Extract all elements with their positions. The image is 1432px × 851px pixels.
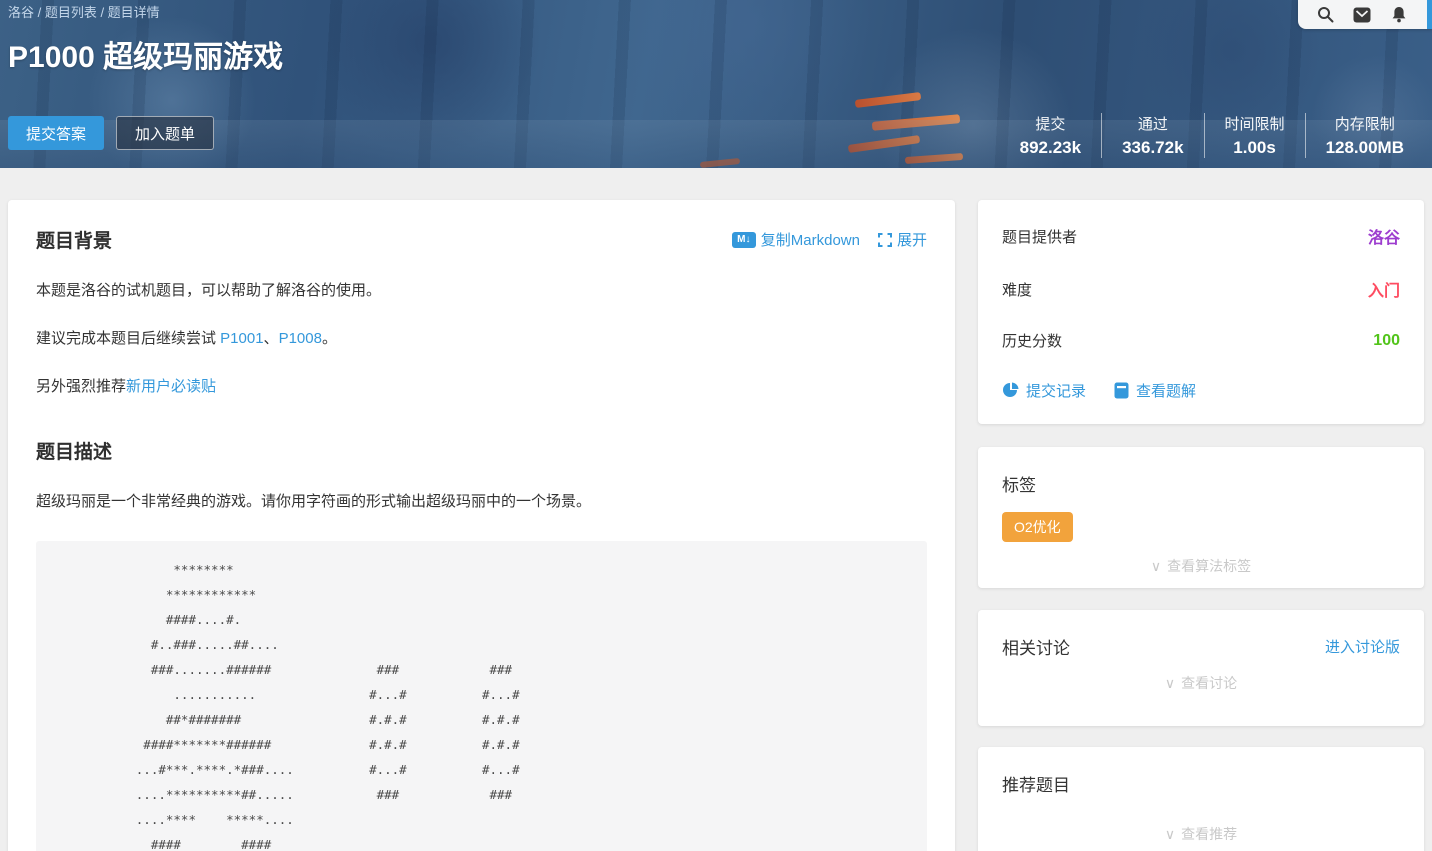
- section-title-description: 题目描述: [36, 437, 927, 464]
- text-segment: 建议完成本题目后继续尝试: [36, 330, 220, 347]
- recommendations-title: 推荐题目: [1002, 771, 1400, 796]
- stat-accepted: 通过 336.72k: [1101, 113, 1203, 158]
- history-score-value: 100: [1373, 332, 1400, 350]
- stat-label: 时间限制: [1225, 113, 1285, 134]
- info-label: 难度: [1002, 279, 1032, 300]
- page-title: P1000 超级玛丽游戏: [8, 32, 283, 76]
- submission-records-link[interactable]: 提交记录: [1002, 380, 1086, 401]
- boat-stroke: [855, 92, 921, 108]
- link-new-user-post[interactable]: 新用户必读贴: [126, 378, 216, 395]
- ascii-art-block: ******** ************ ####....#. #..###.…: [36, 541, 927, 851]
- description-paragraph: 超级玛丽是一个非常经典的游戏。请你用字符画的形式输出超级玛丽中的一个场景。: [36, 491, 927, 512]
- pie-chart-icon: [1002, 382, 1019, 399]
- link-p1001[interactable]: P1001: [220, 330, 263, 347]
- markdown-icon: M↓: [732, 232, 756, 248]
- show-discussions-button[interactable]: ∨ 查看讨论: [1002, 673, 1400, 693]
- text-segment: 。: [322, 330, 337, 347]
- tags-title: 标签: [1002, 471, 1400, 496]
- stat-memory-limit: 内存限制 128.00MB: [1305, 113, 1424, 158]
- problem-info-card: 题目提供者 洛谷 难度 入门 历史分数 100 提交记录: [978, 200, 1424, 424]
- boat-stroke: [700, 158, 740, 168]
- discussions-card: 相关讨论 进入讨论版 ∨ 查看讨论: [978, 610, 1424, 726]
- stat-time-limit: 时间限制 1.00s: [1204, 113, 1305, 158]
- enter-discussion-board-link[interactable]: 进入讨论版: [1325, 636, 1400, 657]
- show-discussions-label: 查看讨论: [1181, 675, 1237, 691]
- bell-icon[interactable]: [1390, 6, 1408, 24]
- view-solutions-label: 查看题解: [1136, 380, 1196, 401]
- info-row-provider: 题目提供者 洛谷: [1002, 224, 1400, 248]
- view-solutions-link[interactable]: 查看题解: [1114, 380, 1196, 401]
- show-tags-label: 查看算法标签: [1167, 558, 1251, 574]
- stat-value: 336.72k: [1122, 138, 1183, 158]
- chevron-down-icon: ∨: [1151, 558, 1161, 574]
- problem-page: 洛谷 / 题目列表 / 题目详情 P1000 超级玛丽游戏 提交答案 加入题单 …: [0, 0, 1432, 851]
- section-title-background: 题目背景: [36, 226, 112, 253]
- copy-markdown-button[interactable]: M↓ 复制Markdown: [732, 229, 860, 250]
- text-segment: 、: [264, 330, 279, 347]
- stat-label: 内存限制: [1326, 113, 1404, 134]
- chevron-down-icon: ∨: [1165, 675, 1175, 691]
- info-label: 历史分数: [1002, 330, 1062, 351]
- breadcrumb[interactable]: 洛谷 / 题目列表 / 题目详情: [8, 2, 160, 21]
- boat-stroke: [872, 114, 960, 131]
- submission-records-label: 提交记录: [1026, 380, 1086, 401]
- provider-value[interactable]: 洛谷: [1368, 224, 1400, 248]
- background-paragraph-2: 建议完成本题目后继续尝试 P1001、P1008。: [36, 328, 927, 349]
- recommendations-card: 推荐题目 ∨ 查看推荐: [978, 747, 1424, 851]
- text-segment: 另外强烈推荐: [36, 378, 126, 395]
- info-row-difficulty: 难度 入门: [1002, 277, 1400, 301]
- stat-value: 1.00s: [1225, 138, 1285, 158]
- expand-icon: [878, 233, 892, 247]
- submit-answer-button[interactable]: 提交答案: [8, 116, 104, 150]
- stat-value: 892.23k: [1020, 138, 1081, 158]
- info-row-score: 历史分数 100: [1002, 330, 1400, 351]
- show-algorithm-tags-button[interactable]: ∨ 查看算法标签: [1002, 556, 1400, 576]
- stat-value: 128.00MB: [1326, 138, 1404, 158]
- show-recommendations-button[interactable]: ∨ 查看推荐: [1002, 824, 1400, 844]
- background-paragraph-3: 另外强烈推荐新用户必读贴: [36, 376, 927, 397]
- expand-label: 展开: [897, 229, 927, 250]
- search-icon[interactable]: [1316, 6, 1334, 24]
- expand-button[interactable]: 展开: [878, 229, 927, 250]
- problem-stats: 提交 892.23k 通过 336.72k 时间限制 1.00s 内存限制 12…: [1000, 113, 1424, 158]
- tag-o2[interactable]: O2优化: [1002, 512, 1073, 542]
- stat-label: 提交: [1020, 113, 1081, 134]
- banner: 洛谷 / 题目列表 / 题目详情 P1000 超级玛丽游戏 提交答案 加入题单 …: [0, 0, 1432, 168]
- stat-label: 通过: [1122, 113, 1183, 134]
- show-recommendations-label: 查看推荐: [1181, 826, 1237, 842]
- topbar: [1298, 0, 1432, 29]
- book-icon: [1114, 382, 1129, 399]
- background-paragraph-1: 本题是洛谷的试机题目，可以帮助了解洛谷的使用。: [36, 280, 927, 301]
- problem-content-card: 题目背景 M↓ 复制Markdown 展开 本题是洛谷的试机题目，可以帮助了解洛…: [8, 200, 955, 851]
- difficulty-value[interactable]: 入门: [1368, 277, 1400, 301]
- discussions-title: 相关讨论: [1002, 634, 1070, 659]
- copy-markdown-label: 复制Markdown: [761, 229, 860, 250]
- tags-card: 标签 O2优化 ∨ 查看算法标签: [978, 447, 1424, 588]
- info-label: 题目提供者: [1002, 226, 1077, 247]
- user-panel-edge[interactable]: [1427, 0, 1432, 29]
- message-icon[interactable]: [1353, 6, 1371, 24]
- boat-stroke: [848, 135, 920, 153]
- boat-stroke: [905, 153, 963, 164]
- link-p1008[interactable]: P1008: [279, 330, 322, 347]
- chevron-down-icon: ∨: [1165, 826, 1175, 842]
- add-to-problem-list-button[interactable]: 加入题单: [116, 116, 214, 150]
- stat-submissions: 提交 892.23k: [1000, 113, 1101, 158]
